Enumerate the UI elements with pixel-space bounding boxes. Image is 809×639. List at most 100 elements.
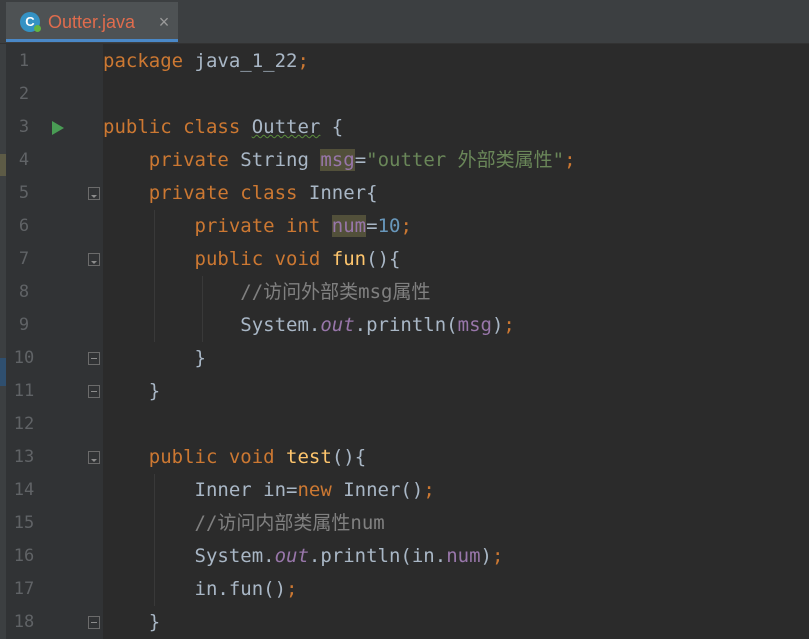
code-line[interactable]: 5 private class Inner{	[0, 177, 809, 210]
code-line[interactable]: 3 public class Outter {	[0, 111, 809, 144]
code-line[interactable]: 16 System.out.println(in.num);	[0, 540, 809, 573]
tab-title: Outter.java	[48, 12, 136, 32]
code-text: Inner in=new Inner();	[103, 474, 435, 507]
code-token: .println(in.	[308, 545, 447, 567]
code-line[interactable]: 6 private int num=10;	[0, 210, 809, 243]
code-line[interactable]: 8 //访问外部类msg属性	[0, 276, 809, 309]
code-token: ;	[400, 215, 412, 237]
code-token: out	[274, 545, 309, 567]
code-token: private	[148, 149, 241, 171]
code-token: (){	[366, 248, 401, 270]
fold-collapse-icon[interactable]	[88, 385, 100, 398]
run-icon[interactable]	[52, 121, 64, 135]
line-number: 5	[18, 183, 30, 203]
code-line[interactable]: 12	[0, 408, 809, 441]
code-token: }	[103, 347, 206, 369]
line-number: 9	[18, 315, 30, 335]
code-text: //访问外部类msg属性	[103, 276, 430, 309]
code-text: }	[103, 375, 160, 408]
line-number: 11	[13, 381, 35, 401]
code-token: ;	[297, 50, 309, 72]
code-line[interactable]: 11 }	[0, 375, 809, 408]
line-number: 7	[18, 249, 30, 269]
code-token: new	[297, 479, 344, 501]
code-line[interactable]: 10 }	[0, 342, 809, 375]
code-text: public void test(){	[103, 441, 366, 474]
code-line[interactable]: 2	[0, 78, 809, 111]
fold-expand-icon[interactable]	[88, 187, 100, 200]
indent-guide	[202, 276, 203, 342]
line-number: 8	[18, 282, 30, 302]
code-line[interactable]: 7 public void fun(){	[0, 243, 809, 276]
code-token: "outter 外部类属性"	[366, 149, 565, 171]
code-text: package java_1_22;	[103, 45, 309, 78]
line-number: 2	[18, 84, 30, 104]
indent-guide	[154, 474, 155, 606]
line-number: 15	[13, 513, 35, 533]
code-token: Outter	[251, 116, 321, 138]
code-text: }	[103, 342, 206, 375]
close-icon[interactable]: ×	[155, 12, 173, 32]
code-token: ;	[423, 479, 435, 501]
indent-guide	[154, 210, 155, 342]
code-token: (){	[331, 446, 367, 468]
fold-collapse-icon[interactable]	[88, 352, 100, 365]
line-number: 18	[13, 612, 35, 632]
line-number: 12	[13, 414, 35, 434]
code-line[interactable]: 9 System.out.println(msg);	[0, 309, 809, 342]
code-token: .println(	[354, 314, 458, 336]
code-text: public void fun(){	[103, 243, 401, 276]
code-token: in.fun()	[103, 578, 287, 600]
code-text: }	[103, 606, 160, 639]
code-token: num	[331, 215, 367, 237]
code-token: ;	[286, 578, 298, 600]
line-number: 17	[13, 579, 35, 599]
editor-tab-bar: C Outter.java ×	[0, 0, 809, 44]
line-number: 16	[13, 546, 35, 566]
code-token: System.	[103, 314, 321, 336]
code-token: test	[286, 446, 332, 468]
code-text: in.fun();	[103, 573, 298, 606]
code-token: }	[103, 380, 161, 402]
fold-collapse-icon[interactable]	[88, 616, 100, 629]
code-token: public void	[148, 446, 287, 468]
code-token: Inner()	[343, 479, 424, 501]
fold-expand-icon[interactable]	[88, 451, 100, 464]
code-line[interactable]: 17 in.fun();	[0, 573, 809, 606]
code-token: package	[103, 50, 195, 72]
code-token: //访问外部类msg属性	[240, 281, 431, 303]
code-token: private int	[194, 215, 332, 237]
code-token: )	[480, 545, 492, 567]
code-text: private String msg="outter 外部类属性";	[103, 144, 576, 177]
line-number: 14	[13, 480, 35, 500]
code-token: fun	[331, 248, 367, 270]
code-token: String	[240, 149, 321, 171]
line-number: 1	[18, 51, 30, 71]
code-line[interactable]: 18 }	[0, 606, 809, 639]
code-line[interactable]: 15 //访问内部类属性num	[0, 507, 809, 540]
code-token: public void	[194, 248, 332, 270]
tab-outter-java[interactable]: C Outter.java ×	[6, 2, 178, 42]
code-token: msg	[457, 314, 492, 336]
java-class-icon: C	[20, 12, 41, 32]
code-line[interactable]: 4 private String msg="outter 外部类属性";	[0, 144, 809, 177]
code-token: private class	[148, 182, 309, 204]
code-token: Inner{	[308, 182, 378, 204]
code-line[interactable]: 14 Inner in=new Inner();	[0, 474, 809, 507]
code-line[interactable]: 1 package java_1_22;	[0, 45, 809, 78]
code-token: =	[366, 215, 378, 237]
code-text: public class Outter {	[103, 111, 343, 144]
code-token: //访问内部类属性num	[194, 512, 385, 534]
fold-expand-icon[interactable]	[88, 253, 100, 266]
code-token: {	[320, 116, 344, 138]
code-token: out	[320, 314, 355, 336]
code-token: java_1_22	[194, 50, 298, 72]
code-text: //访问内部类属性num	[103, 507, 385, 540]
code-token: ;	[503, 314, 515, 336]
code-token: public class	[103, 116, 252, 138]
code-line[interactable]: 13 public void test(){	[0, 441, 809, 474]
code-token: ;	[564, 149, 576, 171]
